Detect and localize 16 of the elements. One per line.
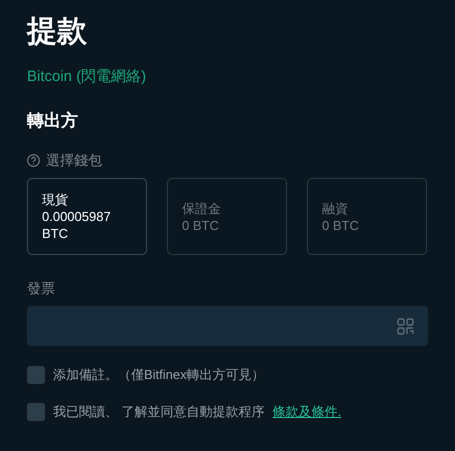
invoice-label: 發票 xyxy=(27,279,56,297)
page-title: 提款 xyxy=(27,14,88,50)
wallet-label: 選擇錢包 xyxy=(46,151,102,169)
terms-link[interactable]: 條款及條件. xyxy=(272,403,342,421)
wallet-card[interactable]: 現貨 0.00005987 BTC xyxy=(27,178,147,255)
network-name: Bitcoin (閃電網絡) xyxy=(27,67,148,87)
help-icon[interactable] xyxy=(27,154,40,166)
qr-code-icon[interactable] xyxy=(397,318,414,334)
invoice-field[interactable] xyxy=(27,306,428,346)
checkbox-label: 添加備註。（僅Bitfinex轉出方可見） xyxy=(53,366,265,384)
wallet-card[interactable]: 融資 0 BTC xyxy=(307,178,427,255)
wallet-card[interactable]: 保證金 0 BTC xyxy=(167,178,287,255)
checkbox[interactable] xyxy=(27,403,45,421)
section-title: 轉出方 xyxy=(27,110,79,132)
checkbox[interactable] xyxy=(27,366,45,384)
checkbox-label: 我已閱讀、 了解並同意自動提款程序 xyxy=(53,403,265,421)
